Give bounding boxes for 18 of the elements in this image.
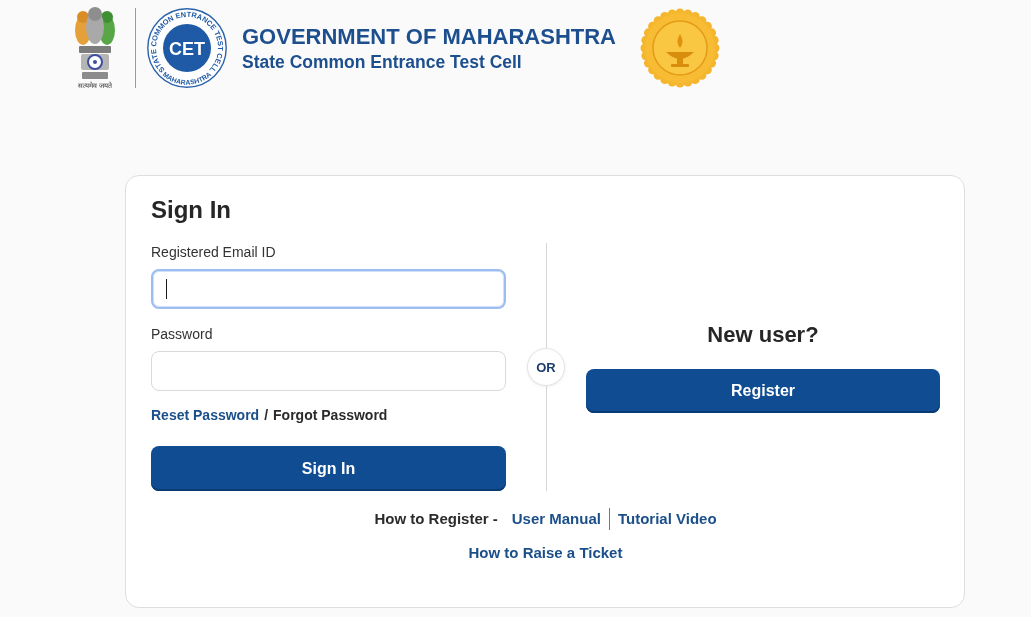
input-field[interactable]	[151, 351, 506, 391]
help-link[interactable]: Tutorial Video	[617, 509, 717, 529]
new-user-heading: New user?	[707, 321, 819, 349]
or-badge: OR	[527, 348, 565, 386]
sign-in-heading: Sign In	[151, 196, 232, 224]
input-field[interactable]	[151, 269, 506, 309]
page-title: GOVERNMENT OF MAHARASHTRA	[242, 23, 617, 51]
raise-ticket-link[interactable]: How to Raise a Ticket	[468, 543, 623, 563]
help-label: How to Register -	[374, 509, 498, 529]
reset-password-link[interactable]: Reset Password	[151, 405, 260, 425]
register-button[interactable]: Register	[586, 369, 940, 413]
forgot-password-link[interactable]: Forgot Password	[273, 405, 388, 425]
help-link[interactable]: User Manual	[511, 509, 601, 529]
field-label: Registered Email ID	[151, 243, 277, 261]
page-subtitle: State Common Entrance Test Cell	[242, 51, 523, 73]
field-label: Password	[151, 325, 214, 343]
slash-separator: /	[264, 406, 269, 425]
sign-in-button[interactable]: Sign In	[151, 446, 506, 491]
